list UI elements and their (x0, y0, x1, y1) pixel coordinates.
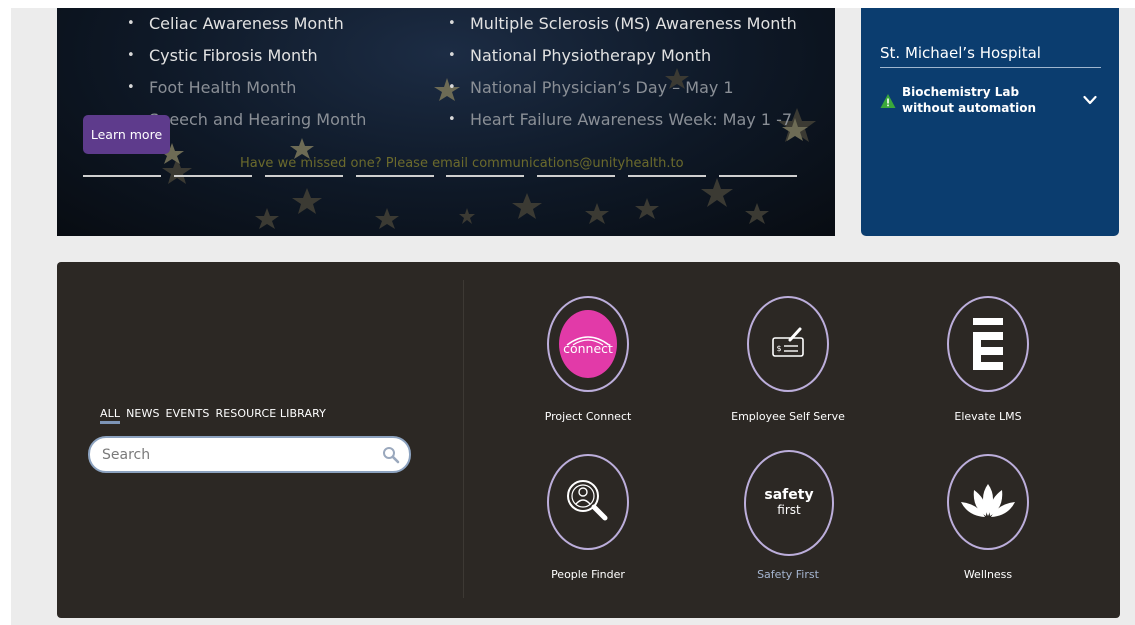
filter-tab-events[interactable]: EVENTS (166, 407, 210, 424)
carousel-dot[interactable] (264, 175, 343, 177)
tools-panel: ALL NEWS EVENTS RESOURCE LIBRARY connect… (57, 262, 1120, 618)
tool-label: Wellness (963, 568, 1013, 581)
warning-triangle-icon (880, 94, 896, 108)
learn-more-button[interactable]: Learn more (83, 115, 170, 154)
connect-logo-text: connect (563, 341, 613, 356)
hospital-alerts-card: St. Michael’s Hospital Biochemistry Lab … (861, 8, 1119, 236)
carousel-dot[interactable] (173, 175, 252, 177)
connect-logo-icon: connect (547, 296, 629, 392)
elevate-e-icon (947, 296, 1029, 392)
tool-label: Employee Self Serve (731, 410, 845, 423)
list-item: Foot Health Month (127, 72, 366, 104)
search-filter-tabs: ALL NEWS EVENTS RESOURCE LIBRARY (100, 407, 326, 424)
tool-label: Safety First (757, 568, 819, 581)
carousel-indicators (83, 175, 797, 177)
tool-project-connect[interactable]: connect Project Connect (508, 296, 668, 426)
list-item: Celiac Awareness Month (127, 8, 366, 40)
list-item: Heart Failure Awareness Week: May 1 -7 (448, 104, 797, 136)
hospital-name: St. Michael’s Hospital (880, 44, 1101, 68)
person-magnifier-icon (547, 454, 629, 550)
tool-safety-first[interactable]: safety first Safety First (708, 450, 868, 584)
carousel-dot[interactable] (718, 175, 797, 177)
lotus-icon (947, 454, 1029, 550)
tool-label: Elevate LMS (954, 410, 1022, 423)
list-item: Multiple Sclerosis (MS) Awareness Month (448, 8, 797, 40)
list-item: Cystic Fibrosis Month (127, 40, 366, 72)
panel-divider (463, 280, 464, 598)
connect-badge: connect (559, 310, 617, 378)
tool-people-finder[interactable]: People Finder (508, 454, 668, 584)
safety-logo-line1: safety (764, 487, 813, 503)
cheque-pen-icon: $ (747, 296, 829, 392)
filter-tab-resource-library[interactable]: RESOURCE LIBRARY (216, 407, 326, 424)
missed-one-text: Have we missed one? Please email communi… (240, 156, 684, 171)
list-item: National Physician’s Day – May 1 (448, 72, 797, 104)
svg-text:$: $ (776, 344, 781, 353)
search-input[interactable] (102, 446, 372, 464)
carousel-dot[interactable] (628, 175, 707, 177)
awareness-list-right: Multiple Sclerosis (MS) Awareness Month … (448, 8, 797, 136)
tool-label: People Finder (551, 568, 625, 581)
tool-employee-self-serve[interactable]: $ Employee Self Serve (708, 296, 868, 426)
chevron-down-icon[interactable] (1083, 95, 1097, 105)
search-box (88, 436, 411, 473)
safety-first-icon: safety first (744, 450, 834, 556)
alert-title: Biochemistry Lab without automation (902, 85, 1037, 115)
filter-tab-news[interactable]: NEWS (126, 407, 159, 424)
search-icon[interactable] (382, 446, 400, 464)
list-item: National Physiotherapy Month (448, 40, 797, 72)
tool-elevate-lms[interactable]: Elevate LMS (908, 296, 1068, 426)
carousel-dot[interactable] (83, 175, 161, 177)
tool-label: Project Connect (544, 410, 632, 423)
carousel-dot[interactable] (537, 175, 616, 177)
safety-logo-line2: first (777, 503, 801, 517)
tool-wellness[interactable]: Wellness (908, 454, 1068, 584)
carousel-dot[interactable] (355, 175, 434, 177)
awareness-banner: Celiac Awareness Month Cystic Fibrosis M… (57, 8, 835, 236)
filter-tab-all[interactable]: ALL (100, 407, 121, 424)
carousel-dot[interactable] (446, 175, 525, 177)
